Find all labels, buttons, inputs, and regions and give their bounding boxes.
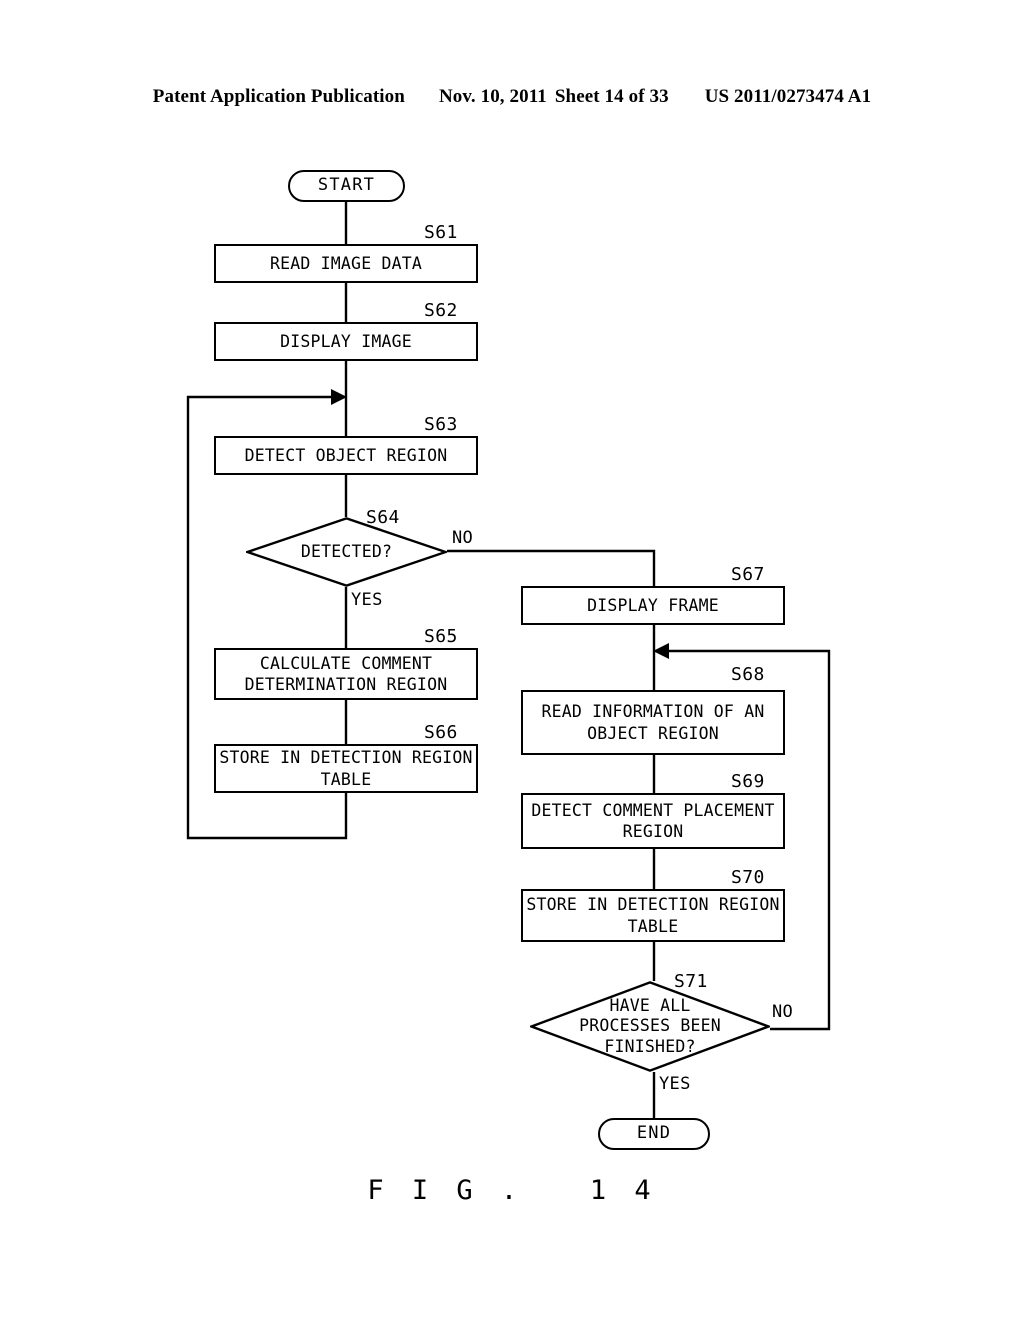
flowchart-connectors [186,201,831,1118]
step-label-s69: S69 [731,771,765,792]
step-label-s63: S63 [424,414,458,435]
node-s61-read-image-data[interactable]: READ IMAGE DATA [214,244,478,283]
step-label-s67: S67 [731,564,765,585]
node-s65-calculate-comment-determination-region[interactable]: CALCULATE COMMENT DETERMINATION REGION [214,648,478,700]
node-s64-detected-decision[interactable]: DETECTED? [246,517,447,587]
node-s69-detect-comment-placement-region[interactable]: DETECT COMMENT PLACEMENT REGION [521,793,785,849]
node-s63-detect-object-region[interactable]: DETECT OBJECT REGION [214,436,478,475]
diamond-shape-s71 [530,981,770,1072]
node-s66-store-in-detection-region-table[interactable]: STORE IN DETECTION REGION TABLE [214,744,478,793]
figure-caption: F I G . 1 4 [367,1175,657,1206]
edge-s64-s67-no [447,549,656,586]
node-s68-read-information-of-an-object-region[interactable]: READ INFORMATION OF AN OBJECT REGION [521,690,785,755]
branch-label-s64-no: NO [452,528,474,548]
branch-label-s64-yes: YES [351,590,383,610]
branch-label-s71-no: NO [772,1002,794,1022]
step-label-s70: S70 [731,867,765,888]
diamond-shape-s64 [246,517,447,587]
node-end[interactable]: END [598,1118,710,1150]
node-s67-display-frame[interactable]: DISPLAY FRAME [521,586,785,625]
node-s70-store-in-detection-region-table[interactable]: STORE IN DETECTION REGION TABLE [521,889,785,942]
node-s62-display-image[interactable]: DISPLAY IMAGE [214,322,478,361]
branch-label-s71-yes: YES [659,1074,691,1094]
step-label-s62: S62 [424,300,458,321]
arrowhead-into-s63 [331,389,347,405]
step-label-s66: S66 [424,722,458,743]
step-label-s68: S68 [731,664,765,685]
arrowhead-into-s68 [653,643,669,659]
node-s71-have-all-processes-been-finished-decision[interactable]: HAVE ALL PROCESSES BEEN FINISHED? [530,981,770,1072]
node-start[interactable]: START [288,170,405,202]
step-label-s61: S61 [424,222,458,243]
step-label-s65: S65 [424,626,458,647]
